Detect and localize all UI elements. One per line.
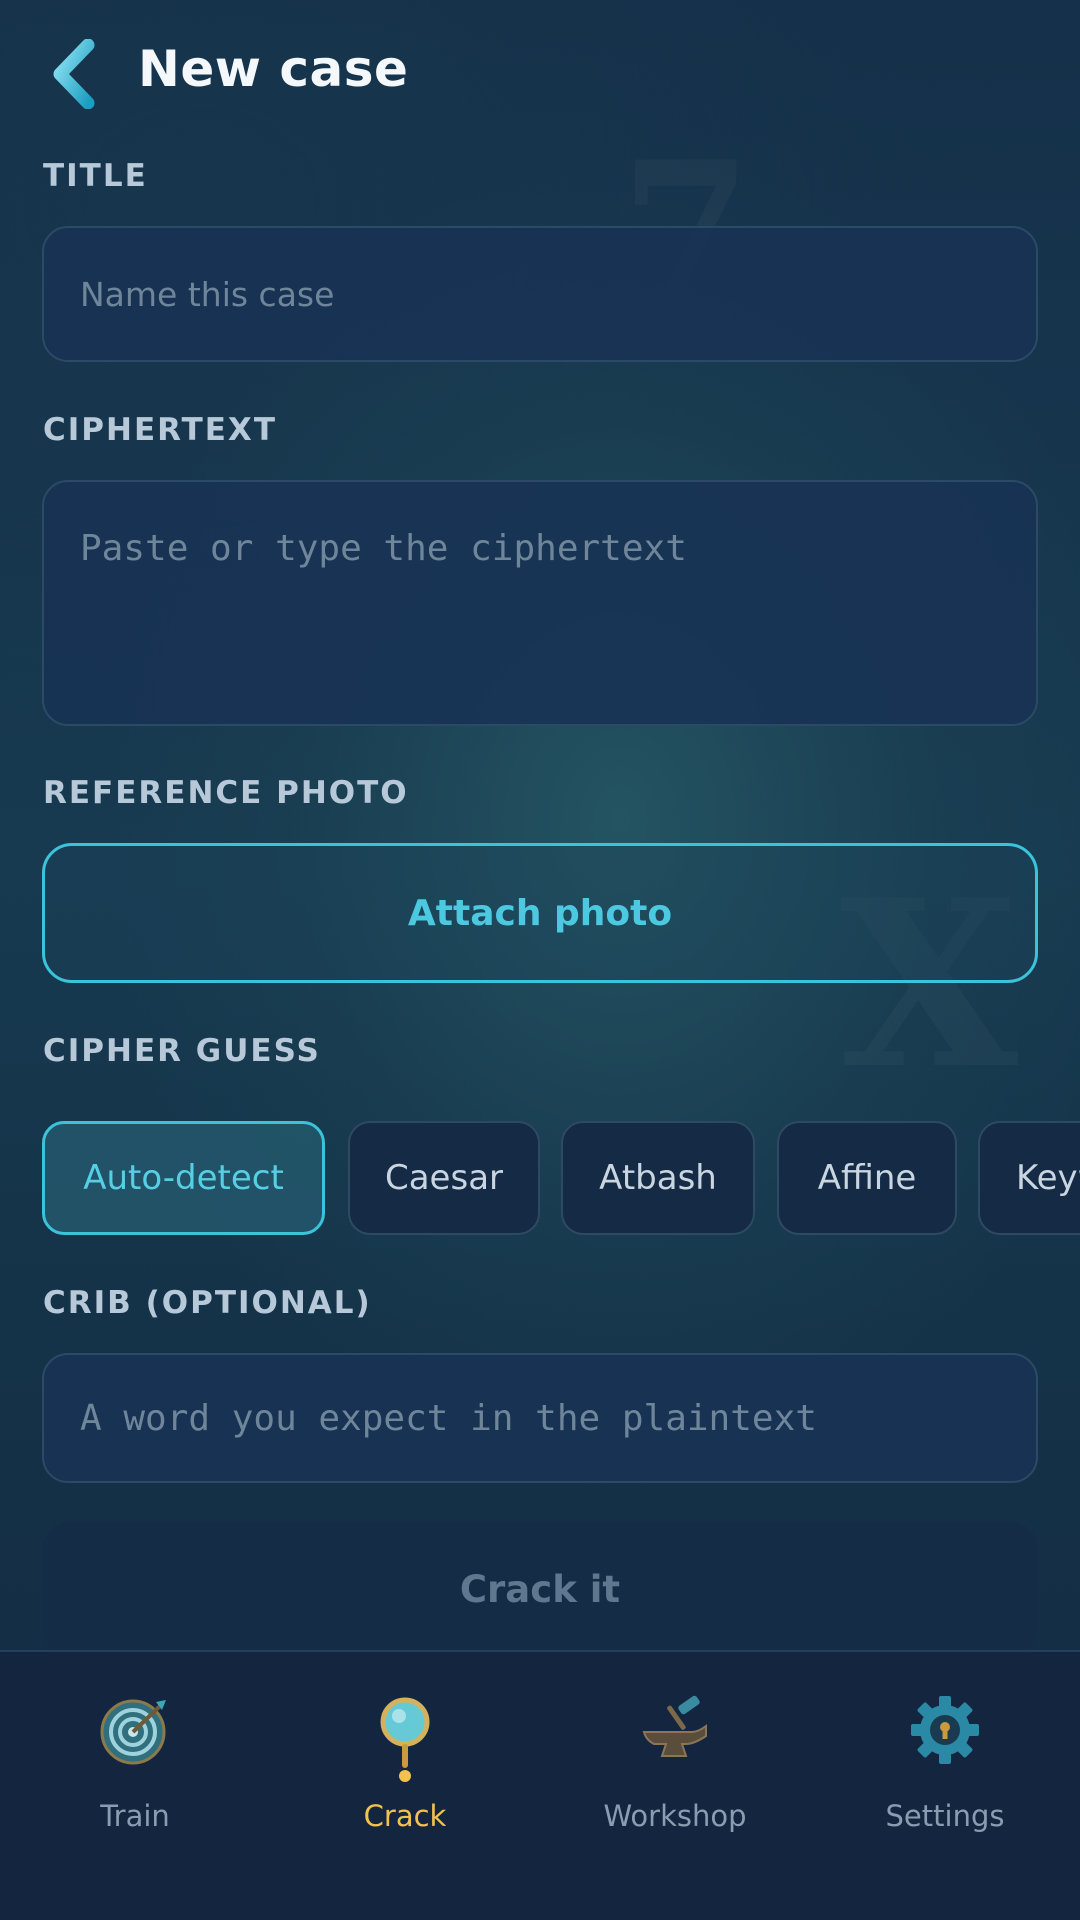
page-title: New case [138,40,409,98]
chip-caesar[interactable]: Caesar [348,1121,540,1235]
target-icon [100,1699,166,1765]
chip-keyword[interactable]: Keyword [978,1121,1080,1235]
active-tab-indicator [399,1770,411,1782]
cipher-guess-label: CIPHER GUESS [43,1033,321,1069]
ciphertext-label: CIPHERTEXT [43,412,277,448]
reference-photo-label: REFERENCE PHOTO [43,775,409,811]
title-label: TITLE [43,158,148,194]
crib-label: CRIB (OPTIONAL) [43,1285,372,1321]
tab-crack[interactable]: Crack [270,1652,540,1920]
anvil-icon [642,1695,707,1757]
cipher-chip-row: Auto-detect Caesar Atbash Affine Keyword [42,1121,1080,1236]
crib-field[interactable] [42,1353,1038,1483]
gear-icon [911,1696,979,1764]
tab-train[interactable]: Train [0,1652,270,1920]
ciphertext-input[interactable] [44,482,1036,724]
crib-input[interactable] [44,1355,1036,1481]
back-button[interactable] [44,36,104,112]
attach-photo-button[interactable]: Attach photo [42,843,1038,983]
tab-bar: Train Crack Workshop Settings [0,1650,1080,1920]
tab-workshop[interactable]: Workshop [540,1652,810,1920]
header: New case [0,0,1080,150]
crack-it-button[interactable]: Crack it [42,1522,1038,1656]
tab-crack-label: Crack [363,1799,447,1833]
tab-workshop-label: Workshop [603,1799,747,1833]
chip-atbash[interactable]: Atbash [561,1121,755,1235]
magnifier-icon [380,1697,430,1768]
chevron-left-icon [53,39,95,109]
title-input[interactable] [44,228,1036,360]
chip-affine[interactable]: Affine [777,1121,957,1235]
tab-train-label: Train [100,1799,170,1833]
tab-settings-label: Settings [885,1799,1005,1833]
title-field[interactable] [42,226,1038,362]
chip-auto-detect[interactable]: Auto-detect [42,1121,325,1235]
ciphertext-field[interactable] [42,480,1038,726]
tab-settings[interactable]: Settings [810,1652,1080,1920]
